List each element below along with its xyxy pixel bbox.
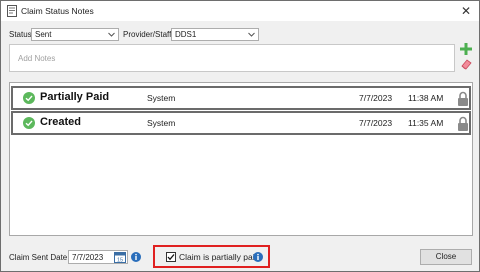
add-icon[interactable] [460, 43, 472, 55]
calendar-icon[interactable]: 15 [114, 251, 126, 263]
history-date: 7/7/2023 [359, 93, 393, 103]
claim-sent-date-value: 7/7/2023 [72, 253, 104, 262]
history-status: Created [40, 116, 81, 128]
lock-icon [458, 91, 468, 106]
claim-sent-date-label: Claim Sent Date [9, 253, 68, 262]
status-select-value: Sent [35, 30, 52, 39]
provider-select-value: DDS1 [175, 30, 197, 39]
check-circle-icon [23, 92, 35, 104]
checkmark-icon [167, 254, 175, 261]
chevron-down-icon [108, 32, 115, 37]
window-title: Claim Status Notes [21, 6, 94, 16]
note-icon [7, 5, 17, 17]
history-row[interactable]: Created System 7/7/2023 11:35 AM [11, 111, 471, 135]
status-label: Status [9, 30, 32, 39]
status-history-list: Partially Paid System 7/7/2023 11:38 AM … [9, 82, 473, 236]
history-date: 7/7/2023 [359, 118, 393, 128]
history-time: 11:38 AM [408, 93, 444, 103]
chevron-down-icon [248, 32, 255, 37]
close-icon[interactable]: ✕ [459, 4, 473, 18]
claim-status-notes-window: Claim Status Notes ✕ Status Sent Provide… [0, 0, 480, 272]
history-by: System [147, 93, 176, 103]
history-time: 11:35 AM [408, 118, 444, 128]
history-row[interactable]: Partially Paid System 7/7/2023 11:38 AM [11, 86, 471, 110]
add-notes-field[interactable] [9, 44, 455, 72]
title-bar: Claim Status Notes ✕ [1, 1, 479, 21]
close-button[interactable]: Close [420, 249, 472, 265]
info-icon[interactable] [131, 252, 141, 262]
history-by: System [147, 118, 176, 128]
partially-paid-highlight: Claim is partially paid [153, 245, 270, 268]
check-circle-icon [23, 117, 35, 129]
provider-select[interactable]: DDS1 [171, 28, 259, 41]
svg-text:15: 15 [117, 258, 123, 264]
add-notes-input[interactable] [10, 45, 454, 71]
partially-paid-label: Claim is partially paid [179, 252, 260, 262]
info-icon[interactable] [253, 252, 263, 262]
partially-paid-checkbox[interactable] [166, 252, 176, 262]
status-select[interactable]: Sent [31, 28, 119, 41]
eraser-icon[interactable] [460, 58, 472, 70]
provider-label: Provider/Staff [123, 30, 172, 39]
history-status: Partially Paid [40, 91, 110, 103]
lock-icon [458, 116, 468, 131]
